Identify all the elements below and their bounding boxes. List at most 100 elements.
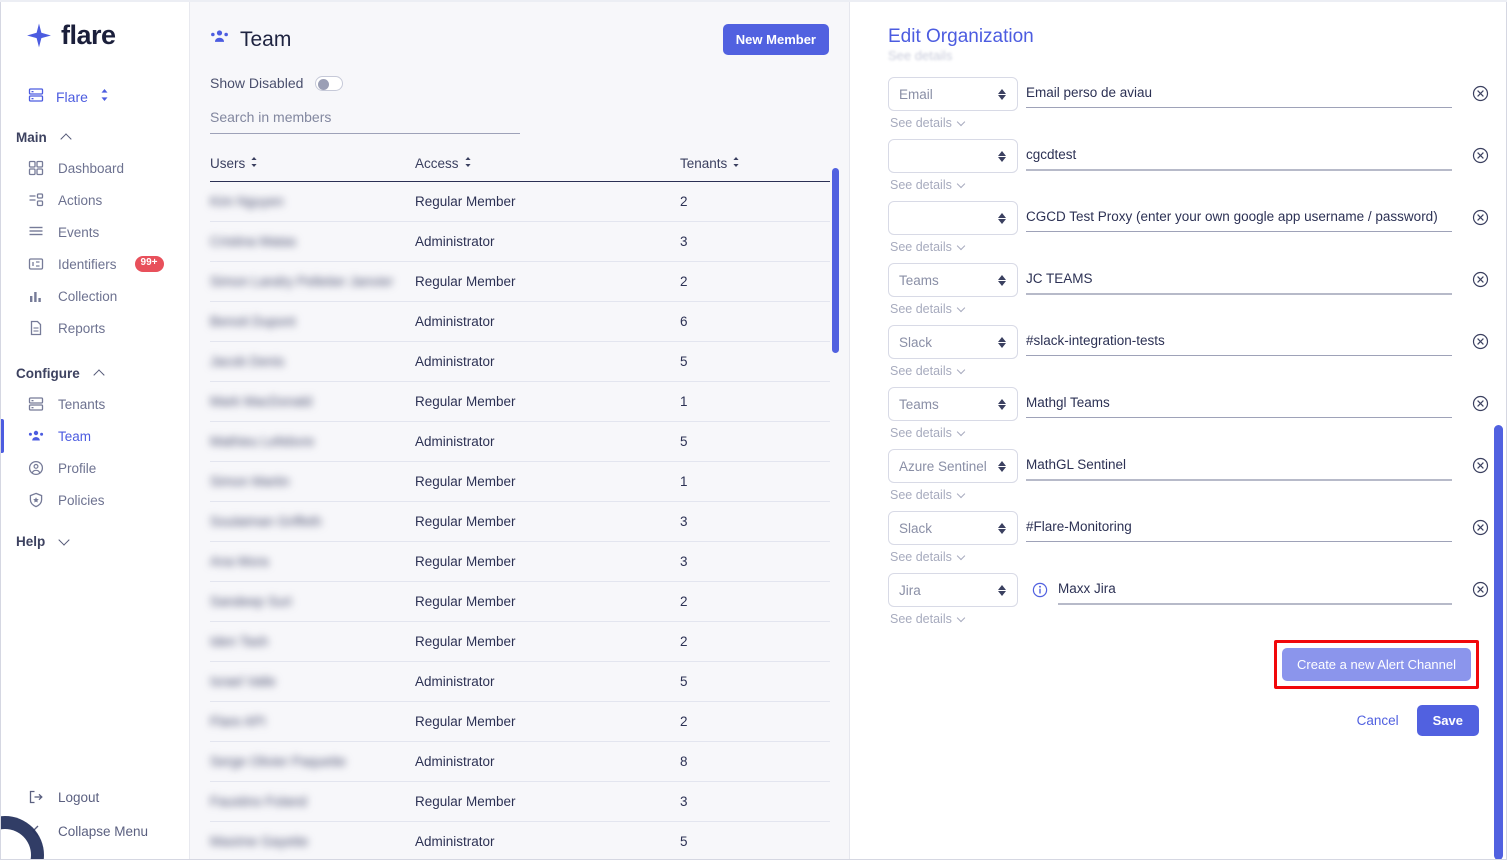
- table-row[interactable]: Faustino Foland Regular Member 3: [210, 781, 830, 822]
- channel-type-select[interactable]: Slack: [888, 511, 1018, 545]
- people-icon: [210, 27, 229, 52]
- table-row[interactable]: Kim Nguyen Regular Member 2: [210, 181, 830, 222]
- sidebar-item-dashboard[interactable]: Dashboard: [0, 154, 189, 182]
- channel-value-input[interactable]: [1026, 263, 1452, 295]
- channel-value-input[interactable]: [1026, 325, 1452, 356]
- brand-logo[interactable]: flare: [0, 0, 189, 49]
- search-input[interactable]: [210, 105, 520, 134]
- table-row[interactable]: Israel Valle Administrator 5: [210, 661, 830, 702]
- logout-button[interactable]: Logout: [0, 782, 189, 812]
- remove-channel-icon[interactable]: [1472, 581, 1489, 598]
- channel-type-select[interactable]: [888, 201, 1018, 235]
- see-details-toggle[interactable]: See details: [890, 302, 1018, 316]
- table-row[interactable]: Simon Martin Regular Member 1: [210, 461, 830, 502]
- create-alert-channel-button[interactable]: Create a new Alert Channel: [1282, 648, 1471, 681]
- nav-group-configure[interactable]: Configure: [0, 356, 189, 390]
- table-row[interactable]: Mark MacDonald Regular Member 1: [210, 381, 830, 422]
- save-button[interactable]: Save: [1416, 705, 1479, 736]
- column-header-tenants[interactable]: Tenants: [680, 156, 830, 182]
- channel-type-select[interactable]: Email: [888, 77, 1018, 111]
- remove-channel-icon[interactable]: [1472, 85, 1489, 102]
- org-switcher[interactable]: Flare: [28, 87, 189, 106]
- see-details-toggle[interactable]: See details: [890, 612, 1018, 626]
- channel-type-select[interactable]: Teams: [888, 263, 1018, 297]
- cancel-button[interactable]: Cancel: [1357, 713, 1399, 728]
- channel-type-select[interactable]: [888, 139, 1018, 173]
- table-row[interactable]: Soulaiman Griffeth Regular Member 3: [210, 501, 830, 542]
- nav-group-main[interactable]: Main: [0, 120, 189, 154]
- see-details-toggle[interactable]: See details: [890, 364, 1018, 378]
- see-details-label: See details: [890, 240, 952, 254]
- sidebar-item-events[interactable]: Events: [0, 218, 189, 246]
- channel-type-select[interactable]: Teams: [888, 387, 1018, 421]
- cell-tenants: 2: [680, 181, 830, 222]
- channel-value-input[interactable]: [1026, 511, 1452, 542]
- remove-channel-icon[interactable]: [1472, 209, 1489, 226]
- channel-type-select[interactable]: Jira: [888, 573, 1018, 607]
- alert-channel-list: Email See details See details See details Te…: [850, 68, 1507, 626]
- user-name: Ana Mora: [210, 554, 269, 569]
- table-row[interactable]: Sandeep Suri Regular Member 2: [210, 581, 830, 622]
- channel-value-input[interactable]: [1026, 387, 1452, 418]
- see-details-toggle[interactable]: See details: [890, 550, 1018, 564]
- remove-channel-icon[interactable]: [1472, 333, 1489, 350]
- new-member-button[interactable]: New Member: [722, 24, 829, 55]
- cell-user: Serge Olivier Paquette: [210, 741, 415, 782]
- remove-channel-icon[interactable]: [1472, 395, 1489, 412]
- channel-value-input[interactable]: [1058, 573, 1452, 605]
- cell-tenants: 2: [680, 581, 830, 622]
- channel-type-select[interactable]: Azure Sentinel: [888, 449, 1018, 483]
- sidebar-item-profile[interactable]: Profile: [0, 454, 189, 482]
- cell-access: Regular Member: [415, 381, 680, 422]
- table-row[interactable]: Cristina Matas Administrator 3: [210, 221, 830, 262]
- sidebar-item-collection[interactable]: Collection: [0, 282, 189, 310]
- remove-channel-icon[interactable]: [1472, 457, 1489, 474]
- see-details-toggle[interactable]: See details: [890, 240, 1018, 254]
- see-details-toggle[interactable]: See details: [890, 426, 1018, 440]
- members-table: Users Access Tenants Kim Nguyen Regular M…: [210, 156, 830, 860]
- page-scrollbar[interactable]: [1494, 425, 1503, 860]
- cell-user: Mathieu Lefebvre: [210, 421, 415, 462]
- remove-channel-icon[interactable]: [1472, 519, 1489, 536]
- nav-group-help[interactable]: Help: [0, 524, 189, 558]
- edit-organization-title: Edit Organization: [888, 26, 1034, 47]
- alert-channel-row: Email See details: [850, 68, 1507, 130]
- table-row[interactable]: Simon Landry Pelletier Janvier Regular Me…: [210, 261, 830, 302]
- table-row[interactable]: Serge Olivier Paquette Administrator 8: [210, 741, 830, 782]
- sidebar-item-reports[interactable]: Reports: [0, 314, 189, 342]
- see-details-toggle[interactable]: See details: [890, 178, 1018, 192]
- show-disabled-toggle[interactable]: [315, 75, 344, 91]
- channel-type-select[interactable]: Slack: [888, 325, 1018, 359]
- see-details-toggle[interactable]: See details: [890, 116, 1018, 130]
- table-row[interactable]: Iden Tash Regular Member 2: [210, 621, 830, 662]
- cell-tenants: 3: [680, 221, 830, 262]
- channel-value-input[interactable]: [1026, 449, 1452, 481]
- channel-value-input[interactable]: [1026, 77, 1452, 108]
- info-icon[interactable]: [1032, 582, 1048, 598]
- table-row[interactable]: Flare API Regular Member 2: [210, 701, 830, 742]
- remove-channel-icon[interactable]: [1472, 147, 1489, 164]
- remove-channel-icon[interactable]: [1472, 271, 1489, 288]
- members-table-scrollbar[interactable]: [832, 168, 839, 353]
- column-header-access[interactable]: Access: [415, 156, 680, 182]
- column-header-users[interactable]: Users: [210, 156, 415, 182]
- sidebar-item-identifiers[interactable]: Identifiers 99+: [0, 250, 189, 278]
- table-row[interactable]: Mathieu Lefebvre Administrator 5: [210, 421, 830, 462]
- sidebar-item-team[interactable]: Team: [0, 419, 189, 453]
- sidebar-item-policies[interactable]: Policies: [0, 486, 189, 514]
- see-details-toggle[interactable]: See details: [890, 488, 1018, 502]
- table-row[interactable]: Benoit Dupont Administrator 6: [210, 301, 830, 342]
- members-table-wrapper: Users Access Tenants Kim Nguyen Regular M…: [210, 156, 839, 860]
- sidebar-item-actions[interactable]: Actions: [0, 186, 189, 214]
- channel-value-input[interactable]: [1026, 201, 1452, 232]
- table-row[interactable]: Maxime Gayette Administrator 5: [210, 821, 830, 860]
- sidebar-item-tenants[interactable]: Tenants: [0, 390, 189, 418]
- cell-user: Ana Mora: [210, 541, 415, 582]
- table-row[interactable]: Jacob Denis Administrator 5: [210, 341, 830, 382]
- channel-value-input[interactable]: [1026, 139, 1452, 171]
- bar-chart-icon: [28, 288, 44, 304]
- list-icon: [28, 224, 44, 240]
- column-header-users-label: Users: [210, 156, 246, 171]
- channel-value-wrapper: [1018, 201, 1452, 232]
- table-row[interactable]: Ana Mora Regular Member 3: [210, 541, 830, 582]
